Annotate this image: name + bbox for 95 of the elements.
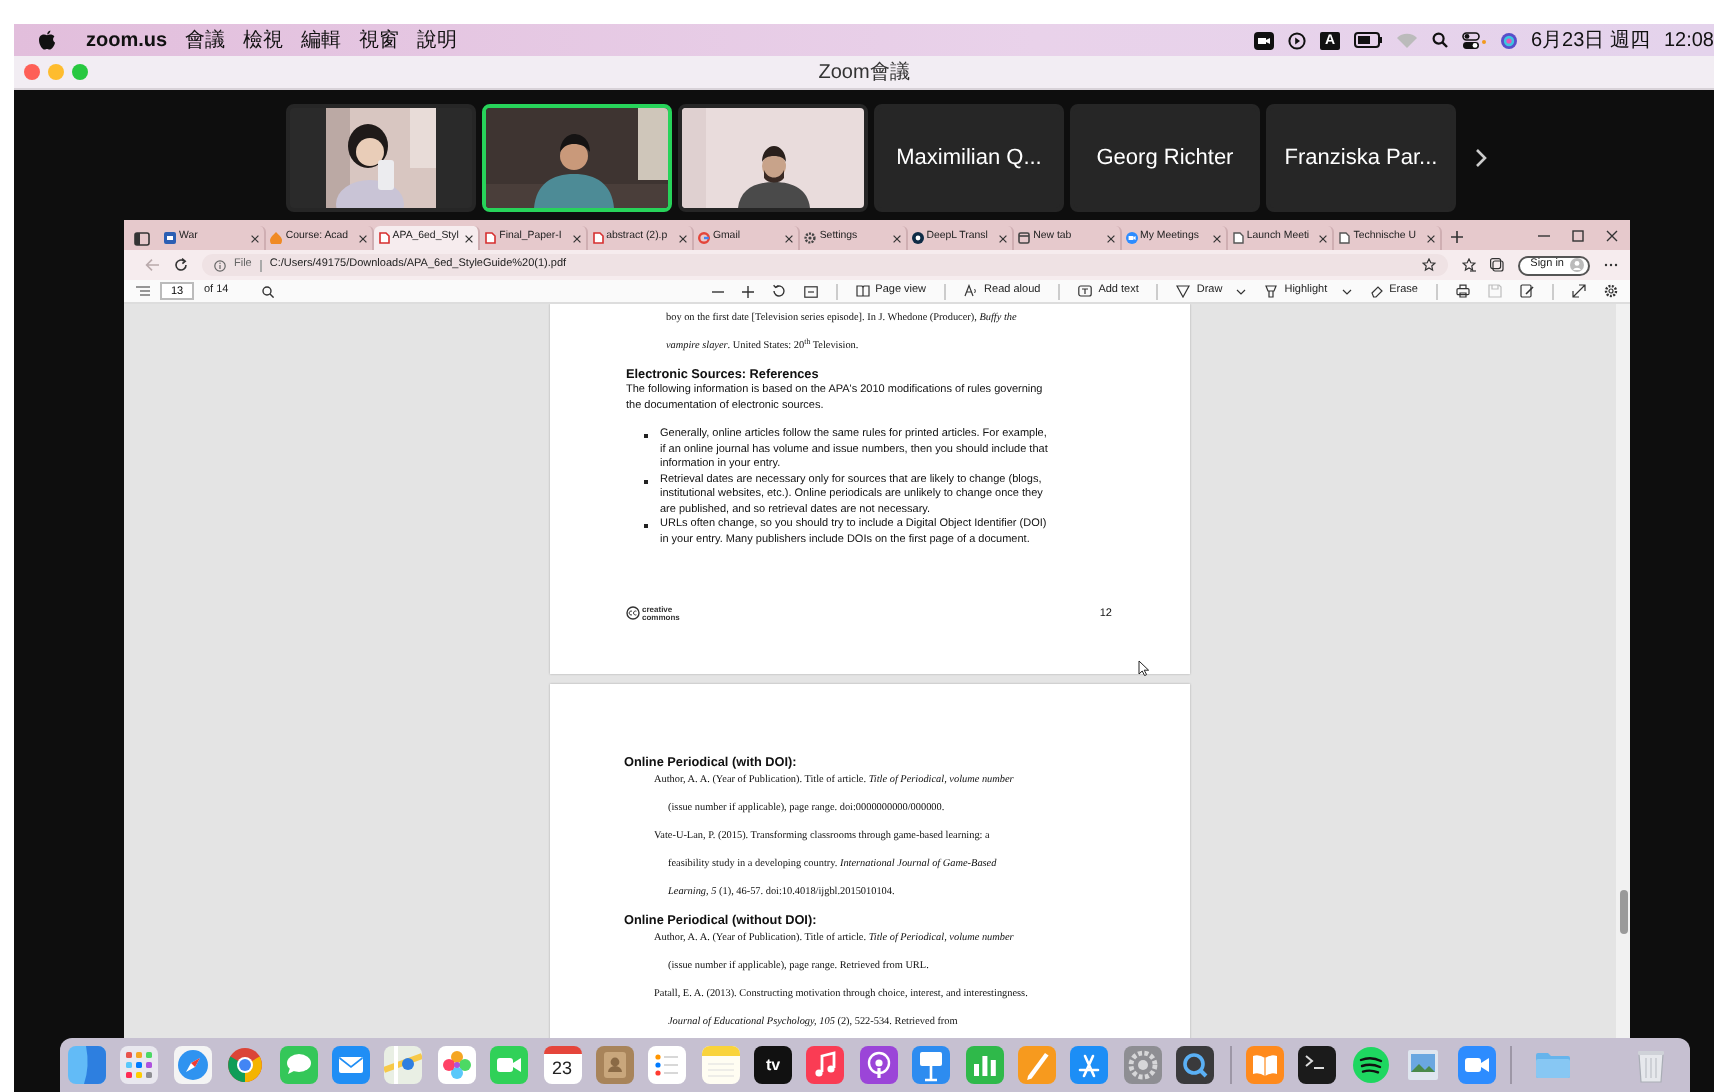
zoom-out-icon[interactable] [711,285,724,297]
tab-actions-icon[interactable] [134,232,150,246]
print-icon[interactable] [1456,284,1470,298]
app-menu[interactable]: zoom.us [86,25,168,55]
info-icon [214,259,226,271]
highlighter-icon [1264,284,1279,298]
eraser-icon [1369,284,1384,298]
text-box-icon [1078,284,1093,298]
menu-item[interactable]: 說明 [417,25,458,55]
close-icon[interactable] [571,233,582,243]
close-icon[interactable] [891,233,902,243]
reload-icon[interactable] [174,258,188,272]
gear-icon [804,232,817,244]
menu-item[interactable]: 視窗 [359,25,400,55]
pen-icon [1176,284,1191,298]
close-icon[interactable] [1425,233,1436,243]
collections-icon[interactable] [1490,258,1505,272]
circle-icon [911,232,924,244]
envelope-icon[interactable] [331,1046,370,1084]
address-book-icon[interactable] [595,1046,634,1084]
close-button[interactable] [24,64,40,80]
menu-bar-date[interactable]: 6月23日 週四 [1531,25,1650,55]
plus-icon[interactable] [1449,230,1464,244]
video-camera-icon [1125,232,1138,244]
battery-icon[interactable] [1353,32,1381,48]
cc-logo-icon [626,606,640,621]
fit-page-icon[interactable] [803,285,818,297]
close-icon[interactable] [1211,233,1222,243]
sound-waves-icon[interactable] [1351,1046,1390,1084]
zoom-in-icon[interactable] [741,285,754,297]
square-icon [164,232,176,244]
close-icon[interactable] [250,233,261,243]
map-icon[interactable] [384,1046,423,1084]
favorites-icon[interactable] [1462,258,1477,272]
document-icon [377,232,390,244]
close-icon[interactable] [784,233,795,243]
search-icon[interactable] [262,285,275,297]
window-icon [1018,232,1031,244]
page-icon [1231,232,1244,244]
menu-item[interactable]: 檢視 [243,25,284,55]
apple-icon[interactable] [38,30,56,50]
orb-icon[interactable] [1499,31,1517,49]
ring-icon[interactable] [226,1046,265,1084]
menu-item[interactable]: 會議 [185,25,226,55]
participant-tile: Maximilian Q... [874,104,1064,212]
tv-icon[interactable]: tv [754,1046,793,1084]
contents-icon[interactable] [136,286,150,296]
edit-icon[interactable] [1520,284,1534,298]
calendar-icon[interactable]: 23 [543,1046,582,1084]
magnifier-icon[interactable] [1176,1046,1215,1084]
play-icon[interactable] [1288,31,1307,49]
close-icon[interactable] [998,233,1009,243]
broadcast-icon[interactable] [859,1046,898,1084]
document-icon [591,232,604,244]
music-note-icon[interactable] [806,1046,845,1084]
participant-tile: Franziska Par... [1266,104,1456,212]
book-open-icon [855,284,870,298]
page-icon [1338,232,1351,244]
menu-item[interactable]: 編輯 [301,25,342,55]
grid-icon[interactable] [120,1046,159,1084]
close-icon[interactable] [357,233,368,243]
terminal-icon[interactable] [1298,1046,1337,1084]
document-icon [484,232,497,244]
window-title: Zoom會議 [818,59,910,87]
settings-icon[interactable] [1604,284,1618,298]
list-icon[interactable] [648,1046,687,1084]
participant-tile: Georg Richter [1070,104,1260,212]
menu-bar-clock[interactable]: 12:08 [1663,25,1714,55]
photo-icon[interactable] [1404,1046,1443,1084]
lectern-icon[interactable] [912,1046,951,1084]
flower-icon[interactable] [437,1046,476,1084]
flame-icon [270,232,283,244]
more-icon[interactable] [1604,262,1618,268]
close-icon[interactable] [1606,230,1618,242]
toggle-icon[interactable] [1461,31,1485,49]
rotate-icon[interactable] [771,284,786,298]
strokes-icon[interactable] [1070,1046,1109,1084]
chevron-right-icon[interactable] [1474,148,1488,168]
compass-icon[interactable] [173,1046,212,1084]
scroll-thumb[interactable] [1619,890,1627,934]
maximize-icon[interactable] [1572,230,1584,242]
bar-chart-icon[interactable] [965,1046,1004,1084]
ring-icon [697,232,710,244]
read-aloud-icon [964,284,979,298]
star-add-icon[interactable] [1422,258,1437,272]
close-icon[interactable] [677,233,688,243]
close-icon[interactable] [464,233,475,243]
scrollbar[interactable] [1616,304,1630,1038]
minimize-icon[interactable] [1538,230,1550,242]
expand-icon[interactable] [1572,284,1586,298]
close-icon[interactable] [1105,233,1116,243]
video-camera-icon[interactable] [1254,31,1275,49]
avatar-icon [1570,258,1584,272]
close-icon[interactable] [1318,233,1329,243]
search-icon[interactable] [1431,32,1447,48]
